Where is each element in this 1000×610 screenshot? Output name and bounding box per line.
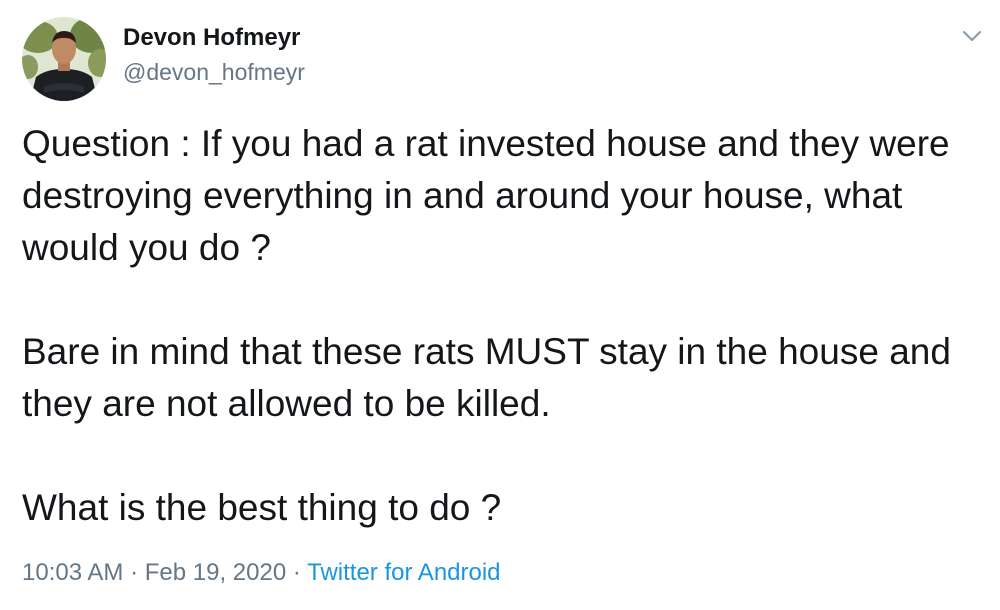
- meta-separator: ·: [130, 559, 139, 586]
- tweet-paragraph: Bare in mind that these rats MUST stay i…: [22, 331, 962, 424]
- tweet-text: Question : If you had a rat invested hou…: [22, 118, 982, 534]
- tweet-paragraph: What is the best thing to do ?: [22, 487, 502, 528]
- tweet-date[interactable]: Feb 19, 2020: [145, 559, 286, 586]
- avatar-photo-icon: [22, 17, 106, 101]
- chevron-down-icon: [963, 31, 981, 41]
- tweet-meta: 10:03 AM · Feb 19, 2020 · Twitter for An…: [22, 559, 501, 587]
- tweet-source-link[interactable]: Twitter for Android: [307, 559, 500, 586]
- tweet-time[interactable]: 10:03 AM: [22, 559, 123, 586]
- author-name[interactable]: Devon Hofmeyr: [123, 24, 300, 52]
- tweet-card: Devon Hofmeyr @devon_hofmeyr Question : …: [0, 0, 1000, 610]
- meta-separator: ·: [292, 559, 301, 586]
- author-avatar[interactable]: [22, 17, 106, 101]
- tweet-paragraph: Question : If you had a rat invested hou…: [22, 123, 960, 268]
- more-menu-button[interactable]: [957, 24, 987, 48]
- author-handle[interactable]: @devon_hofmeyr: [123, 59, 305, 86]
